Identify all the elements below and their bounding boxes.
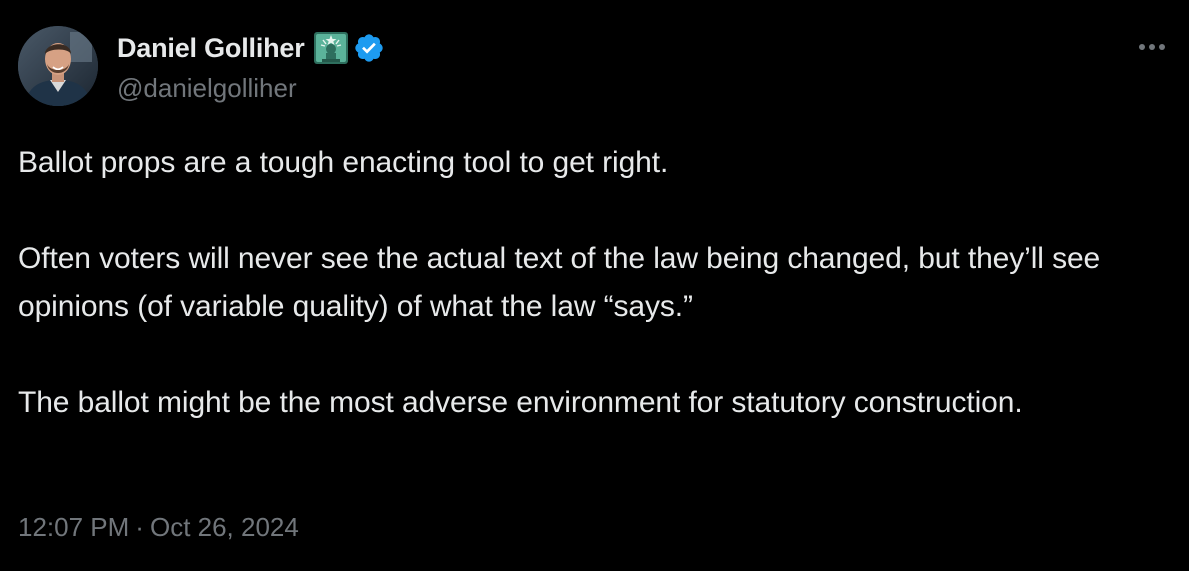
tweet-date: Oct 26, 2024 [149, 512, 299, 542]
tweet-card: Daniel Golliher @danielgolliher Ballot p… [0, 0, 1189, 571]
author-display-name[interactable]: Daniel Golliher [117, 33, 305, 64]
verified-badge-icon[interactable] [353, 32, 385, 64]
tweet-time: 12:07 PM [18, 512, 130, 542]
statue-of-liberty-badge-icon[interactable] [313, 31, 349, 65]
author-name-row: Daniel Golliher [117, 30, 385, 66]
avatar-photo [18, 26, 98, 106]
author-handle[interactable]: @danielgolliher [117, 73, 297, 104]
tweet-timestamp[interactable]: 12:07 PM · Oct 26, 2024 [18, 512, 299, 543]
avatar[interactable] [18, 26, 98, 106]
more-options-icon [1139, 44, 1165, 50]
tweet-text: Ballot props are a tough enacting tool t… [18, 146, 1101, 419]
timestamp-separator: · [135, 512, 144, 542]
more-options-button[interactable] [1130, 30, 1174, 64]
